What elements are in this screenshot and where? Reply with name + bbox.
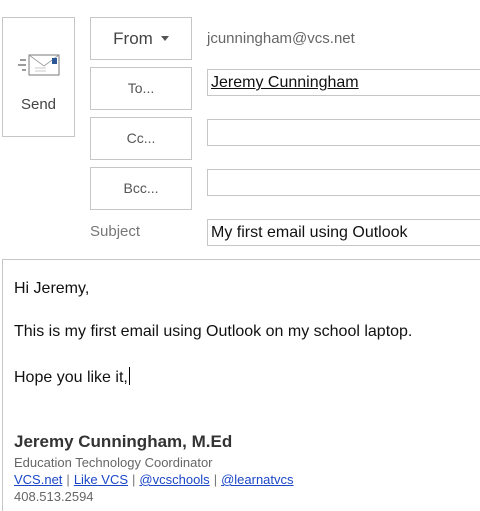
- bcc-label: Bcc...: [123, 180, 159, 196]
- from-label: From: [113, 29, 153, 48]
- link-learnatvcs[interactable]: @learnatvcs: [221, 472, 293, 487]
- bcc-field[interactable]: [207, 169, 480, 196]
- to-field[interactable]: Jeremy Cunningham: [207, 69, 480, 96]
- signature-phone: 408.513.2594: [14, 489, 94, 504]
- cc-button[interactable]: Cc...: [90, 117, 192, 160]
- to-button[interactable]: To...: [90, 67, 192, 110]
- signature-name: Jeremy Cunningham, M.Ed: [14, 432, 233, 451]
- signature-title: Education Technology Coordinator: [14, 455, 213, 470]
- compose-window: Send From jcunningham@vcs.net To... Jere…: [0, 0, 480, 511]
- link-separator: |: [213, 472, 218, 487]
- link-vcs-net[interactable]: VCS.net: [14, 472, 62, 487]
- cc-field[interactable]: [207, 119, 480, 146]
- to-label: To...: [127, 80, 155, 96]
- from-button[interactable]: From: [90, 17, 192, 60]
- bcc-button[interactable]: Bcc...: [90, 167, 192, 210]
- body-line: This is my first email using Outlook on …: [14, 323, 413, 340]
- link-vcschools[interactable]: @vcschools: [139, 472, 209, 487]
- to-recipient[interactable]: Jeremy Cunningham: [211, 74, 359, 91]
- link-separator: |: [66, 472, 70, 487]
- chevron-down-icon: [160, 35, 169, 41]
- message-body[interactable]: Hi Jeremy, This is my first email using …: [2, 259, 480, 511]
- text-cursor: [128, 367, 130, 385]
- subject-label: Subject: [90, 223, 141, 240]
- signature-links: VCS.net | Like VCS | @vcschools | @learnatvcs: [14, 472, 294, 487]
- body-line-current: Hope you like it,: [14, 367, 130, 387]
- cc-label: Cc...: [126, 130, 156, 146]
- body-line-text: Hope you like it,: [14, 369, 128, 386]
- from-address: jcunningham@vcs.net: [207, 30, 355, 47]
- send-button[interactable]: Send: [2, 17, 75, 137]
- send-label: Send: [20, 96, 57, 113]
- subject-field[interactable]: My first email using Outlook: [207, 219, 480, 246]
- link-separator: |: [132, 472, 136, 487]
- body-line: Hi Jeremy,: [14, 280, 90, 297]
- send-envelope-icon: [18, 54, 60, 76]
- link-like-vcs[interactable]: Like VCS: [74, 472, 128, 487]
